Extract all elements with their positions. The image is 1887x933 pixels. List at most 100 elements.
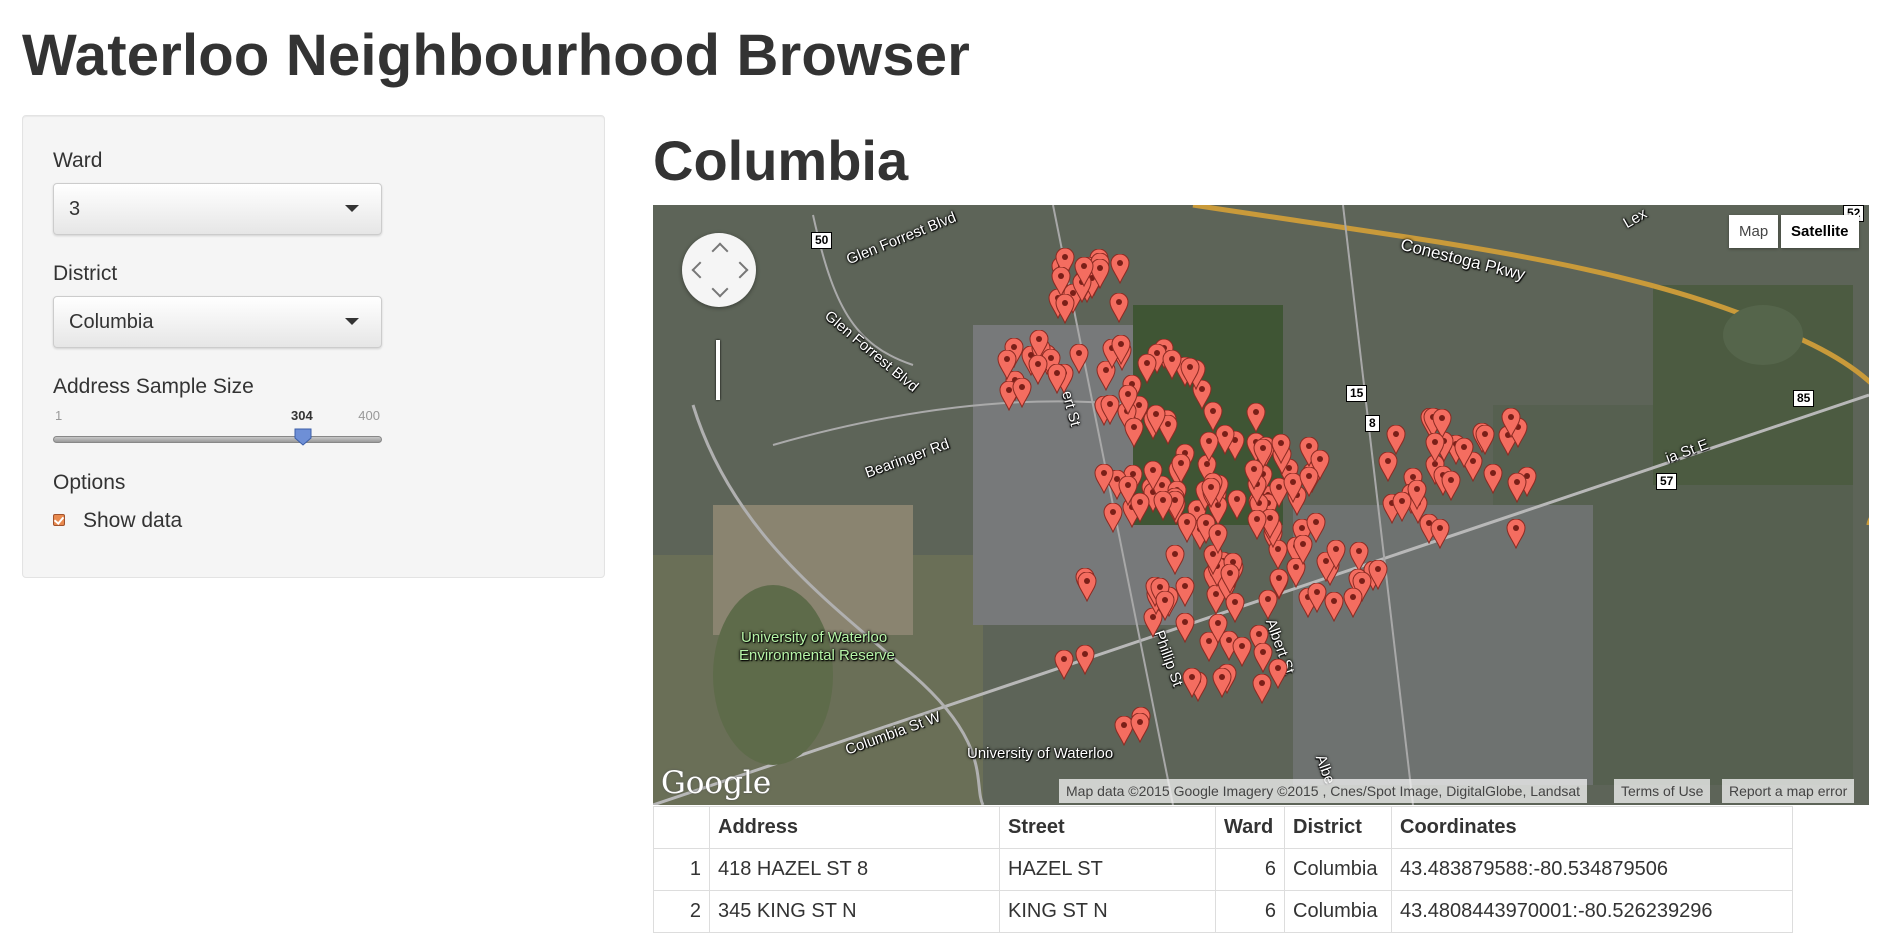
map-pin-icon[interactable]	[1247, 510, 1267, 540]
map-pin-icon[interactable]	[1047, 364, 1067, 394]
map-pin-icon[interactable]	[1165, 545, 1185, 575]
map-pin-icon[interactable]	[1306, 513, 1326, 543]
zoom-slider[interactable]	[716, 340, 720, 400]
map-pin-icon[interactable]	[1271, 434, 1291, 464]
map-pin-icon[interactable]	[1225, 593, 1245, 623]
slider-track[interactable]	[53, 436, 382, 443]
map-pin-icon[interactable]	[1326, 540, 1346, 570]
map-pin-icon[interactable]	[1232, 637, 1252, 667]
cell-ward: 6	[1215, 890, 1285, 933]
slider-min-label: 1	[55, 408, 63, 423]
map-pin-icon[interactable]	[1109, 293, 1129, 323]
map-pin-icon[interactable]	[1208, 524, 1228, 554]
map-pin-icon[interactable]	[1220, 564, 1240, 594]
map-pin-icon[interactable]	[1386, 425, 1406, 455]
map-pin-icon[interactable]	[1054, 650, 1074, 680]
map-pin-icon[interactable]	[1130, 713, 1150, 743]
terms-of-use-link[interactable]: Terms of Use	[1614, 779, 1711, 803]
map-pin-icon[interactable]	[1378, 452, 1398, 482]
map-pin-icon[interactable]	[1307, 583, 1327, 613]
map-pin-icon[interactable]	[1507, 473, 1527, 503]
pan-control[interactable]	[682, 233, 756, 307]
map-pin-icon[interactable]	[1074, 257, 1094, 287]
map-pin-icon[interactable]	[1441, 471, 1461, 501]
pan-right-icon[interactable]	[731, 261, 749, 279]
map-pin-icon[interactable]	[1051, 267, 1071, 297]
ward-select-value: 3	[69, 198, 81, 220]
show-data-checkbox[interactable]	[53, 514, 65, 526]
map-pin-icon[interactable]	[997, 350, 1017, 380]
show-data-label[interactable]: Show data	[83, 509, 182, 533]
map-pin-icon[interactable]	[1212, 668, 1232, 698]
map-pin-icon[interactable]	[1252, 674, 1272, 704]
map-pin-icon[interactable]	[1137, 354, 1157, 384]
map-pin-icon[interactable]	[1208, 614, 1228, 644]
map-pin-icon[interactable]	[1253, 643, 1273, 673]
map-pin-icon[interactable]	[1475, 425, 1495, 455]
map-type-satellite-button[interactable]: Satellite	[1781, 215, 1859, 248]
map-pin-icon[interactable]	[1143, 461, 1163, 491]
map-pin-icon[interactable]	[1162, 350, 1182, 380]
map-pin-icon[interactable]	[1454, 438, 1474, 468]
ward-select[interactable]: 3	[53, 183, 382, 235]
map-pin-icon[interactable]	[1258, 590, 1278, 620]
map-pin-icon[interactable]	[1111, 335, 1131, 365]
map-pin-icon[interactable]	[1028, 355, 1048, 385]
cell-ward: 6	[1215, 848, 1285, 891]
map-pin-icon[interactable]	[1110, 254, 1130, 284]
map-pin-icon[interactable]	[1343, 588, 1363, 618]
slider-handle[interactable]	[294, 428, 312, 446]
map-pin-icon[interactable]	[1153, 491, 1173, 521]
map-pin-icon[interactable]	[1175, 613, 1195, 643]
map-pin-icon[interactable]	[1246, 403, 1266, 433]
map-pin-icon[interactable]	[1199, 432, 1219, 462]
column-header-street: Street	[999, 806, 1216, 849]
cell-district: Columbia	[1284, 848, 1392, 891]
map-pin-icon[interactable]	[1180, 358, 1200, 388]
cell-street: HAZEL ST	[999, 848, 1216, 891]
map-pin-icon[interactable]	[1483, 464, 1503, 494]
map-pin-icon[interactable]	[1244, 460, 1264, 490]
route-shield-15: 15	[1346, 385, 1368, 402]
map-pin-icon[interactable]	[1077, 572, 1097, 602]
map-pin-icon[interactable]	[1055, 294, 1075, 324]
map-pin-icon[interactable]	[1100, 395, 1120, 425]
map-pin-icon[interactable]	[1182, 668, 1202, 698]
route-shield-85: 85	[1793, 390, 1815, 407]
map-pin-icon[interactable]	[1118, 385, 1138, 415]
column-header-index	[653, 806, 710, 849]
table-header-row: Address Street Ward District Coordinates	[653, 806, 1793, 849]
column-header-coordinates: Coordinates	[1391, 806, 1793, 849]
map-pin-icon[interactable]	[1501, 408, 1521, 438]
map-type-map-button[interactable]: Map	[1729, 215, 1779, 248]
map-pin-icon[interactable]	[1075, 645, 1095, 675]
pan-left-icon[interactable]	[691, 261, 709, 279]
map-pin-icon[interactable]	[1130, 493, 1150, 523]
report-map-error-link[interactable]: Report a map error	[1722, 779, 1855, 803]
map-pin-icon[interactable]	[1201, 478, 1221, 508]
cell-coordinates: 43.483879588:-80.534879506	[1391, 848, 1793, 891]
map-pin-icon[interactable]	[1430, 519, 1450, 549]
map-attribution: Map data ©2015 Google Imagery ©2015 , Cn…	[1059, 779, 1588, 803]
map-pin-icon[interactable]	[1227, 490, 1247, 520]
map-pin-icon[interactable]	[1407, 480, 1427, 510]
map-label-reserve-1: University of Waterloo	[741, 629, 888, 646]
map-pin-icon[interactable]	[1425, 433, 1445, 463]
map-pin-icon[interactable]	[1155, 591, 1175, 621]
map-pin-icon[interactable]	[1103, 503, 1123, 533]
map-pin-icon[interactable]	[1324, 592, 1344, 622]
map-pin-icon[interactable]	[1171, 454, 1191, 484]
map-view[interactable]: Glen Forrest Blvd Glen Forrest Blvd Bear…	[653, 205, 1869, 805]
pan-up-icon[interactable]	[711, 242, 729, 260]
map-pin-icon[interactable]	[1506, 519, 1526, 549]
map-pin-icon[interactable]	[1124, 418, 1144, 448]
map-pin-icon[interactable]	[1146, 405, 1166, 435]
map-pin-icon[interactable]	[1299, 467, 1319, 497]
sample-size-slider[interactable]: 1 304 400	[53, 408, 382, 458]
district-select[interactable]: Columbia	[53, 296, 382, 348]
route-shield-57: 57	[1656, 473, 1678, 490]
pan-down-icon[interactable]	[711, 280, 729, 298]
ward-label: Ward	[53, 149, 103, 172]
map-pin-icon[interactable]	[1094, 464, 1114, 494]
map-pin-icon[interactable]	[1069, 344, 1089, 374]
